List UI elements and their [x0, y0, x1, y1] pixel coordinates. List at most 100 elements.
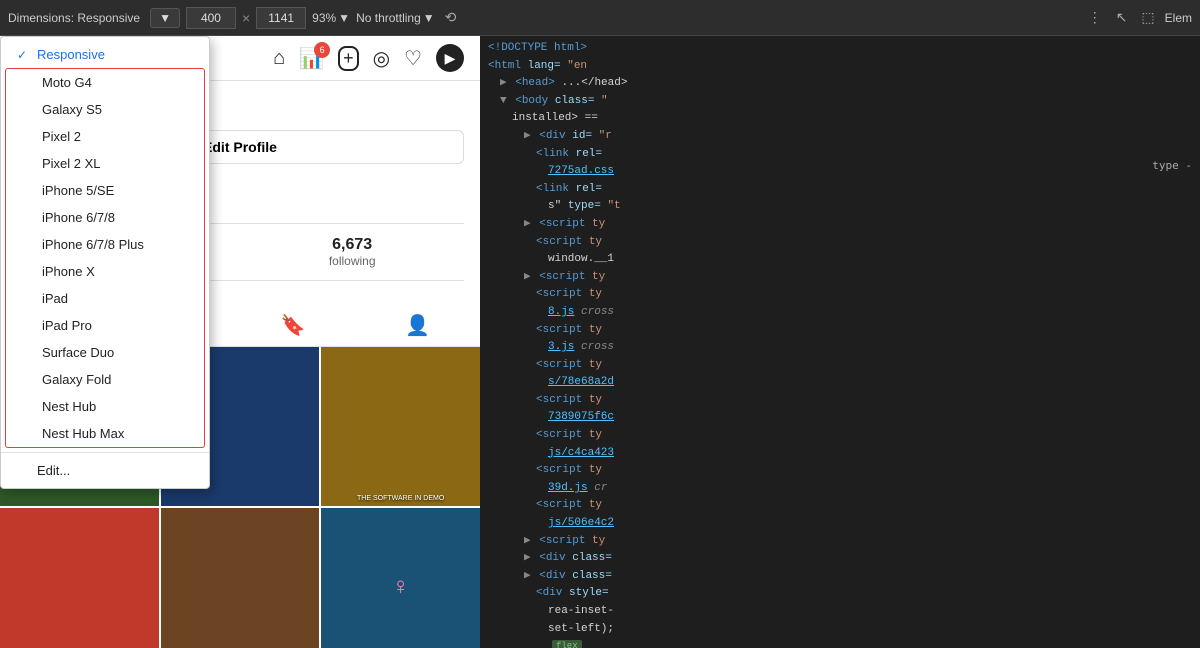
html-line-script9: <script ty — [488, 462, 1192, 480]
ig-profile-icon[interactable]: ▶ — [436, 44, 464, 72]
html-line-script7: <script ty — [488, 392, 1192, 410]
devtools-title-partial: Elem — [1165, 11, 1192, 25]
dropdown-label-iphone-5se: iPhone 5/SE — [42, 183, 114, 198]
dropdown-label-pixel-2-xl: Pixel 2 XL — [42, 156, 101, 171]
html-line-script10: <script ty — [488, 497, 1192, 515]
grid-item-3: THE SOFTWARE IN DEMO — [321, 347, 480, 506]
html-line-8js: 8.js cross — [488, 304, 1192, 322]
viewport-panel: ✓ Responsive Moto G4 Galaxy S5 Pixel 2 — [0, 36, 480, 648]
dropdown-label-nest-hub: Nest Hub — [42, 399, 96, 414]
ig-nav-icons: ⌂ 📊 6 + ◎ ♡ ▶ — [273, 44, 464, 72]
dropdown-item-responsive[interactable]: ✓ Responsive — [1, 41, 209, 68]
devtools-toolbar: Dimensions: Responsive ▼ × 93% ▼ No thro… — [0, 0, 1200, 36]
html-line-39d: 39d.js cr — [488, 480, 1192, 498]
zoom-value: 93% — [312, 11, 336, 25]
devtools-panel: <!DOCTYPE html> <html lang= "en ▶ <head>… — [480, 36, 1200, 648]
ig-tab-bookmark[interactable]: 🔖 — [281, 313, 306, 338]
toggle-icon: ⬚ — [1141, 9, 1154, 25]
html-line-script4: <script ty — [488, 286, 1192, 304]
grid-item-5 — [161, 508, 320, 648]
html-line-div-class1: ▶ <div class= — [488, 550, 1192, 568]
html-line-doctype: <!DOCTYPE html> — [488, 40, 1192, 58]
html-line-7389: 7389075f6c — [488, 409, 1192, 427]
more-icon: ⋮ — [1088, 9, 1102, 25]
html-line-link1: <link rel= — [488, 146, 1192, 164]
dropdown-item-iphone-678[interactable]: iPhone 6/7/8 — [6, 204, 204, 231]
dimensions-dropdown-btn[interactable]: ▼ — [150, 8, 180, 28]
main-content: ✓ Responsive Moto G4 Galaxy S5 Pixel 2 — [0, 36, 1200, 648]
ig-explore-icon[interactable]: ◎ — [373, 46, 390, 71]
ig-add-icon[interactable]: + — [338, 46, 359, 71]
html-line-rea-inset: rea-inset- — [488, 603, 1192, 621]
flex-badge: flex — [552, 640, 582, 648]
dropdown-item-ipad-pro[interactable]: iPad Pro — [6, 312, 204, 339]
html-line-script5: <script ty — [488, 322, 1192, 340]
html-line-window: window.__1 — [488, 251, 1192, 269]
type-label: type - — [1152, 159, 1192, 172]
ig-home-icon[interactable]: ⌂ — [273, 47, 285, 70]
throttle-arrow: ▼ — [423, 11, 435, 25]
dropdown-item-nest-hub-max[interactable]: Nest Hub Max — [6, 420, 204, 447]
html-line-script8: <script ty — [488, 427, 1192, 445]
dropdown-item-ipad[interactable]: iPad — [6, 285, 204, 312]
dropdown-item-edit[interactable]: Edit... — [1, 457, 209, 484]
html-line-div-style: <div style= — [488, 585, 1192, 603]
height-input[interactable] — [256, 7, 306, 29]
dropdown-label-edit: Edit... — [37, 463, 70, 478]
dropdown-item-moto-g4[interactable]: Moto G4 — [6, 69, 204, 96]
html-line-flex-badge-container: flex — [488, 638, 1192, 648]
html-line-type-s: s" type= "t — [488, 198, 1192, 216]
throttle-button[interactable]: No throttling ▼ — [356, 11, 435, 25]
html-line-body: ▼ <body class= " — [488, 93, 1192, 111]
dropdown-item-galaxy-fold[interactable]: Galaxy Fold — [6, 366, 204, 393]
html-line-link2: <link rel= — [488, 181, 1192, 199]
dropdown-item-galaxy-s5[interactable]: Galaxy S5 — [6, 96, 204, 123]
more-options-button[interactable]: ⋮ — [1084, 7, 1106, 28]
dropdown-item-iphone-678-plus[interactable]: iPhone 6/7/8 Plus — [6, 231, 204, 258]
check-icon: ✓ — [17, 48, 31, 62]
html-line-installed: installed> == — [488, 110, 1192, 128]
html-line-set-left: set-left); — [488, 621, 1192, 639]
dropdown-item-nest-hub[interactable]: Nest Hub — [6, 393, 204, 420]
rotate-button[interactable]: ⟲ — [441, 7, 461, 28]
devtools-html-content: <!DOCTYPE html> <html lang= "en ▶ <head>… — [480, 36, 1200, 648]
html-line-script2: <script ty — [488, 234, 1192, 252]
throttle-value: No throttling — [356, 11, 421, 25]
html-line-head: ▶ <head> ...</head> — [488, 75, 1192, 93]
dropdown-label-pixel-2: Pixel 2 — [42, 129, 81, 144]
dropdown-label-galaxy-fold: Galaxy Fold — [42, 372, 111, 387]
dropdown-label-nest-hub-max: Nest Hub Max — [42, 426, 124, 441]
dropdown-item-pixel-2-xl[interactable]: Pixel 2 XL — [6, 150, 204, 177]
html-line-78e: s/78e68a2d — [488, 374, 1192, 392]
html-line-script11: ▶ <script ty — [488, 533, 1192, 551]
html-line-div-r: ▶ <div id= "r — [488, 128, 1192, 146]
dropdown-label-iphone-x: iPhone X — [42, 264, 95, 279]
dimension-separator: × — [242, 10, 250, 26]
dropdown-label-galaxy-s5: Galaxy S5 — [42, 102, 102, 117]
html-line-script1: ▶ <script ty — [488, 216, 1192, 234]
dropdown-label-responsive: Responsive — [37, 47, 105, 62]
dropdown-item-surface-duo[interactable]: Surface Duo — [6, 339, 204, 366]
grid-item-4: THE SOFTWARE IN DEMO — [0, 508, 159, 648]
inspect-button[interactable]: ↖ — [1112, 7, 1132, 28]
html-line-script6: <script ty — [488, 357, 1192, 375]
dropdown-item-iphone-x[interactable]: iPhone X — [6, 258, 204, 285]
html-line-c4ca: js/c4ca423 — [488, 445, 1192, 463]
dropdown-label-ipad-pro: iPad Pro — [42, 318, 92, 333]
ig-following-count: 6,673 — [329, 236, 376, 254]
dimensions-label: Dimensions: Responsive — [8, 11, 140, 25]
dropdown-item-pixel-2[interactable]: Pixel 2 — [6, 123, 204, 150]
html-line-script3: ▶ <script ty — [488, 269, 1192, 287]
zoom-button[interactable]: 93% ▼ — [312, 11, 350, 25]
toggle-panel-button[interactable]: ⬚ — [1137, 7, 1158, 28]
device-group: Moto G4 Galaxy S5 Pixel 2 Pixel 2 XL iPh… — [5, 68, 205, 448]
ig-activity-icon[interactable]: 📊 6 — [299, 46, 324, 71]
ig-tab-tag[interactable]: 👤 — [405, 313, 430, 338]
ig-activity-badge: 6 — [314, 42, 330, 58]
dropdown-label-ipad: iPad — [42, 291, 68, 306]
dropdown-label-moto-g4: Moto G4 — [42, 75, 92, 90]
ig-heart-icon[interactable]: ♡ — [404, 46, 422, 71]
dropdown-item-iphone-5se[interactable]: iPhone 5/SE — [6, 177, 204, 204]
width-input[interactable] — [186, 7, 236, 29]
rotate-icon: ⟲ — [445, 9, 457, 25]
